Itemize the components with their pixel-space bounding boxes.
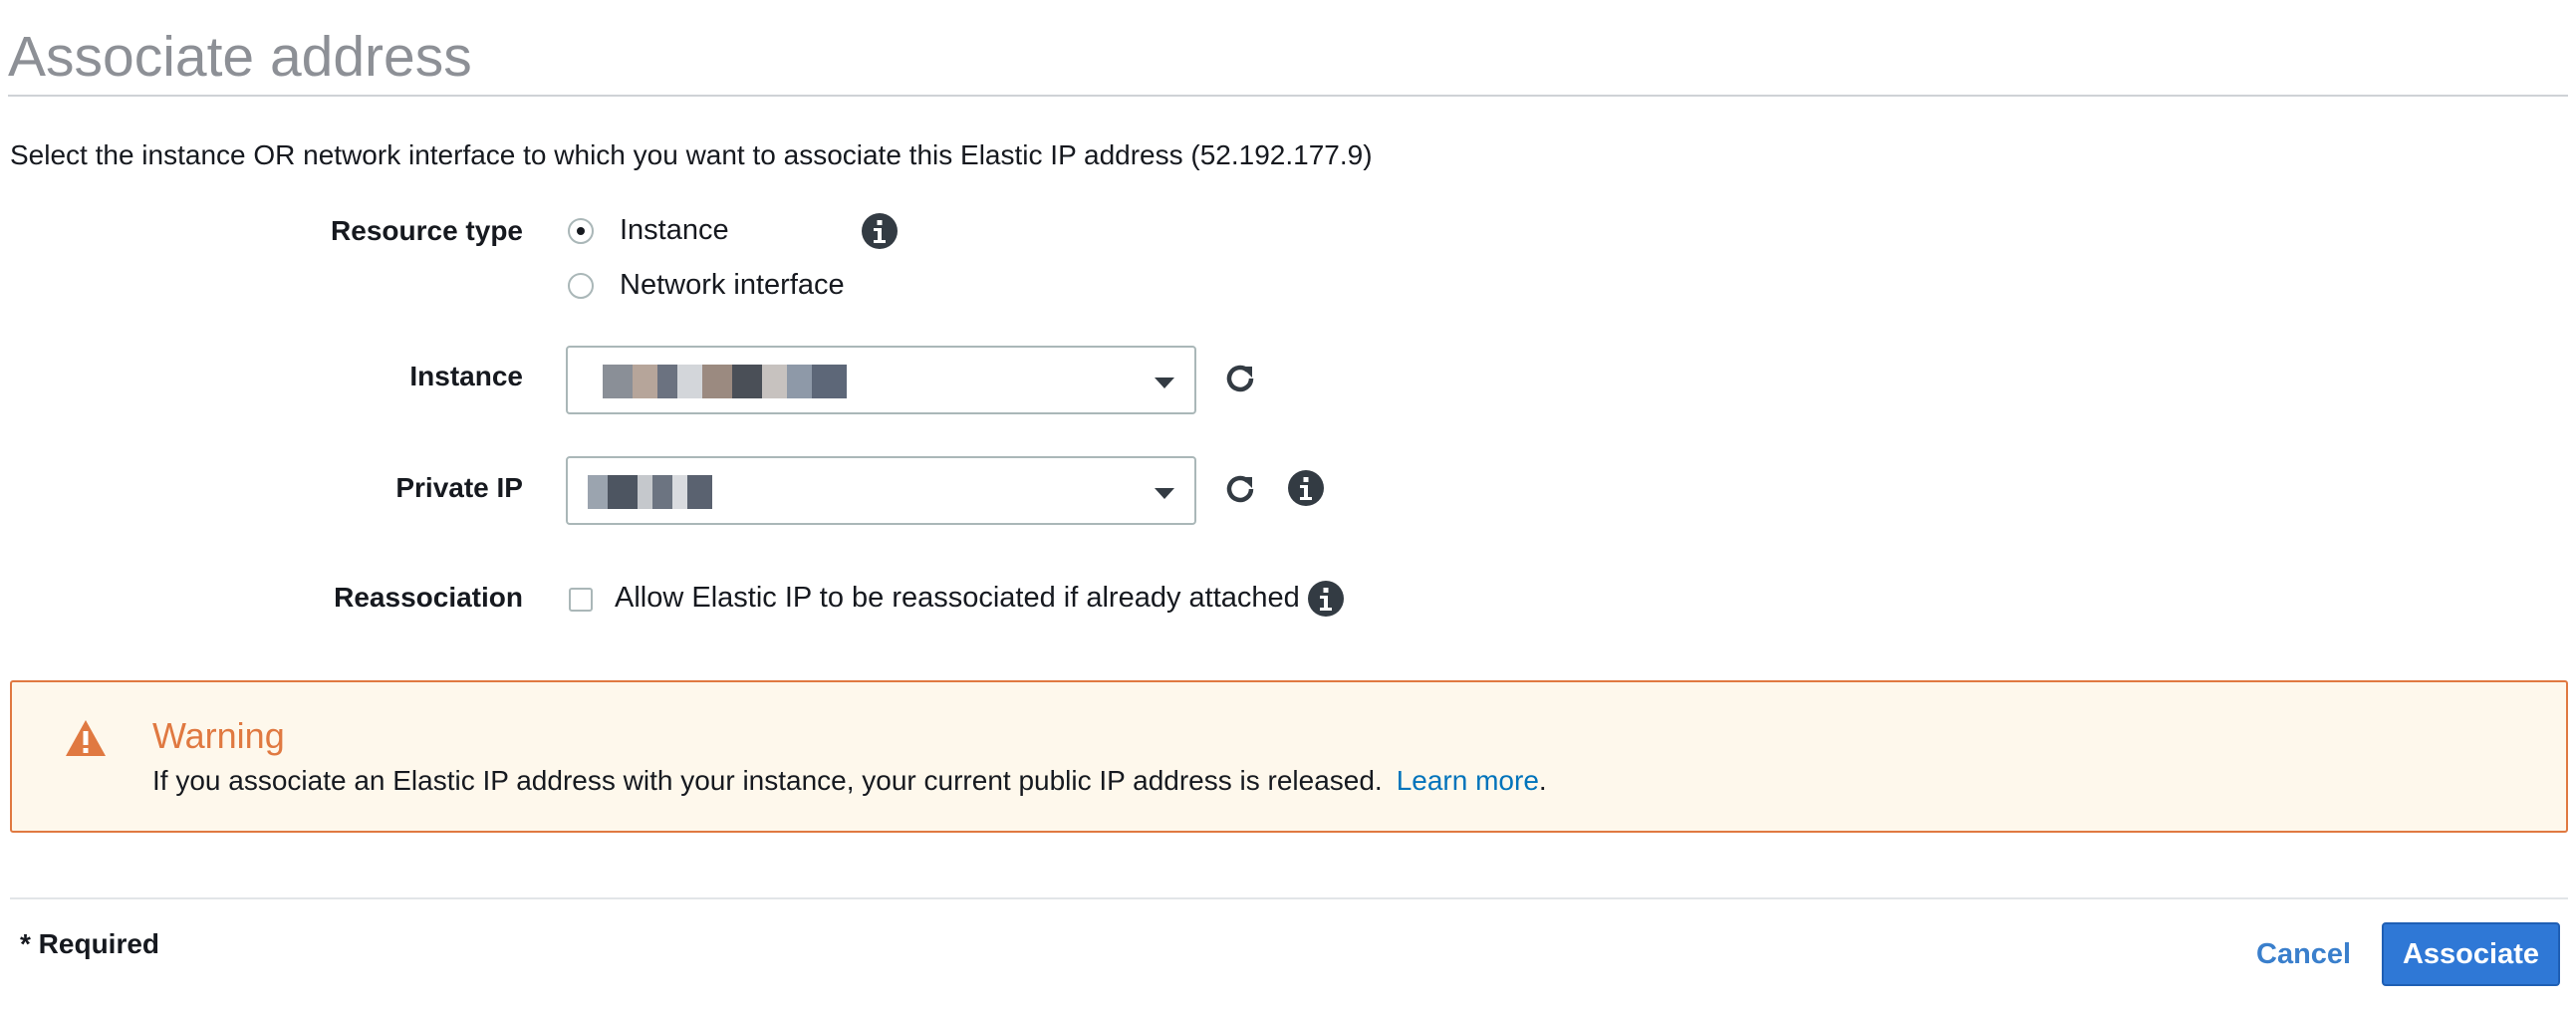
page-description: Select the instance OR network interface… — [10, 139, 1373, 170]
reassociation-checkbox[interactable] — [569, 588, 593, 612]
warning-message: If you associate an Elastic IP address w… — [152, 765, 1383, 796]
instance-value-obscured — [603, 362, 847, 401]
refresh-icon[interactable] — [1220, 469, 1260, 509]
info-icon[interactable] — [1288, 470, 1324, 506]
private-ip-value-obscured — [588, 472, 712, 512]
warning-icon — [66, 720, 106, 756]
radio-instance-label: Instance — [620, 214, 729, 246]
title-divider — [8, 95, 2568, 97]
instance-label: Instance — [409, 361, 523, 391]
radio-network-interface[interactable]: Network interface — [568, 269, 845, 302]
page-title: Associate address — [8, 25, 472, 89]
chevron-down-icon — [1155, 488, 1174, 499]
refresh-icon[interactable] — [1220, 359, 1260, 398]
reassociation-checkbox-label: Allow Elastic IP to be reassociated if a… — [615, 582, 1300, 614]
cancel-button[interactable]: Cancel — [2256, 938, 2351, 971]
resource-type-label: Resource type — [331, 215, 523, 246]
required-note: * Required — [20, 928, 160, 959]
reassociation-label: Reassociation — [334, 582, 523, 613]
radio-network-interface-label: Network interface — [620, 269, 845, 301]
info-icon[interactable] — [1308, 581, 1344, 617]
warning-title: Warning — [152, 715, 285, 756]
instance-select[interactable] — [566, 346, 1196, 414]
associate-button[interactable]: Associate — [2382, 922, 2560, 986]
radio-instance-control[interactable] — [568, 217, 594, 244]
warning-message-line: If you associate an Elastic IP address w… — [152, 765, 1547, 797]
private-ip-label: Private IP — [395, 472, 523, 503]
info-icon[interactable] — [862, 213, 898, 249]
warning-alert: Warning If you associate an Elastic IP a… — [10, 680, 2568, 833]
radio-network-interface-control[interactable] — [568, 272, 594, 299]
chevron-down-icon — [1155, 378, 1174, 388]
footer-divider — [10, 897, 2568, 899]
radio-instance[interactable]: Instance — [568, 214, 729, 247]
private-ip-select[interactable] — [566, 456, 1196, 525]
warning-trailing-period: . — [1538, 765, 1547, 796]
learn-more-link[interactable]: Learn more — [1397, 765, 1539, 796]
